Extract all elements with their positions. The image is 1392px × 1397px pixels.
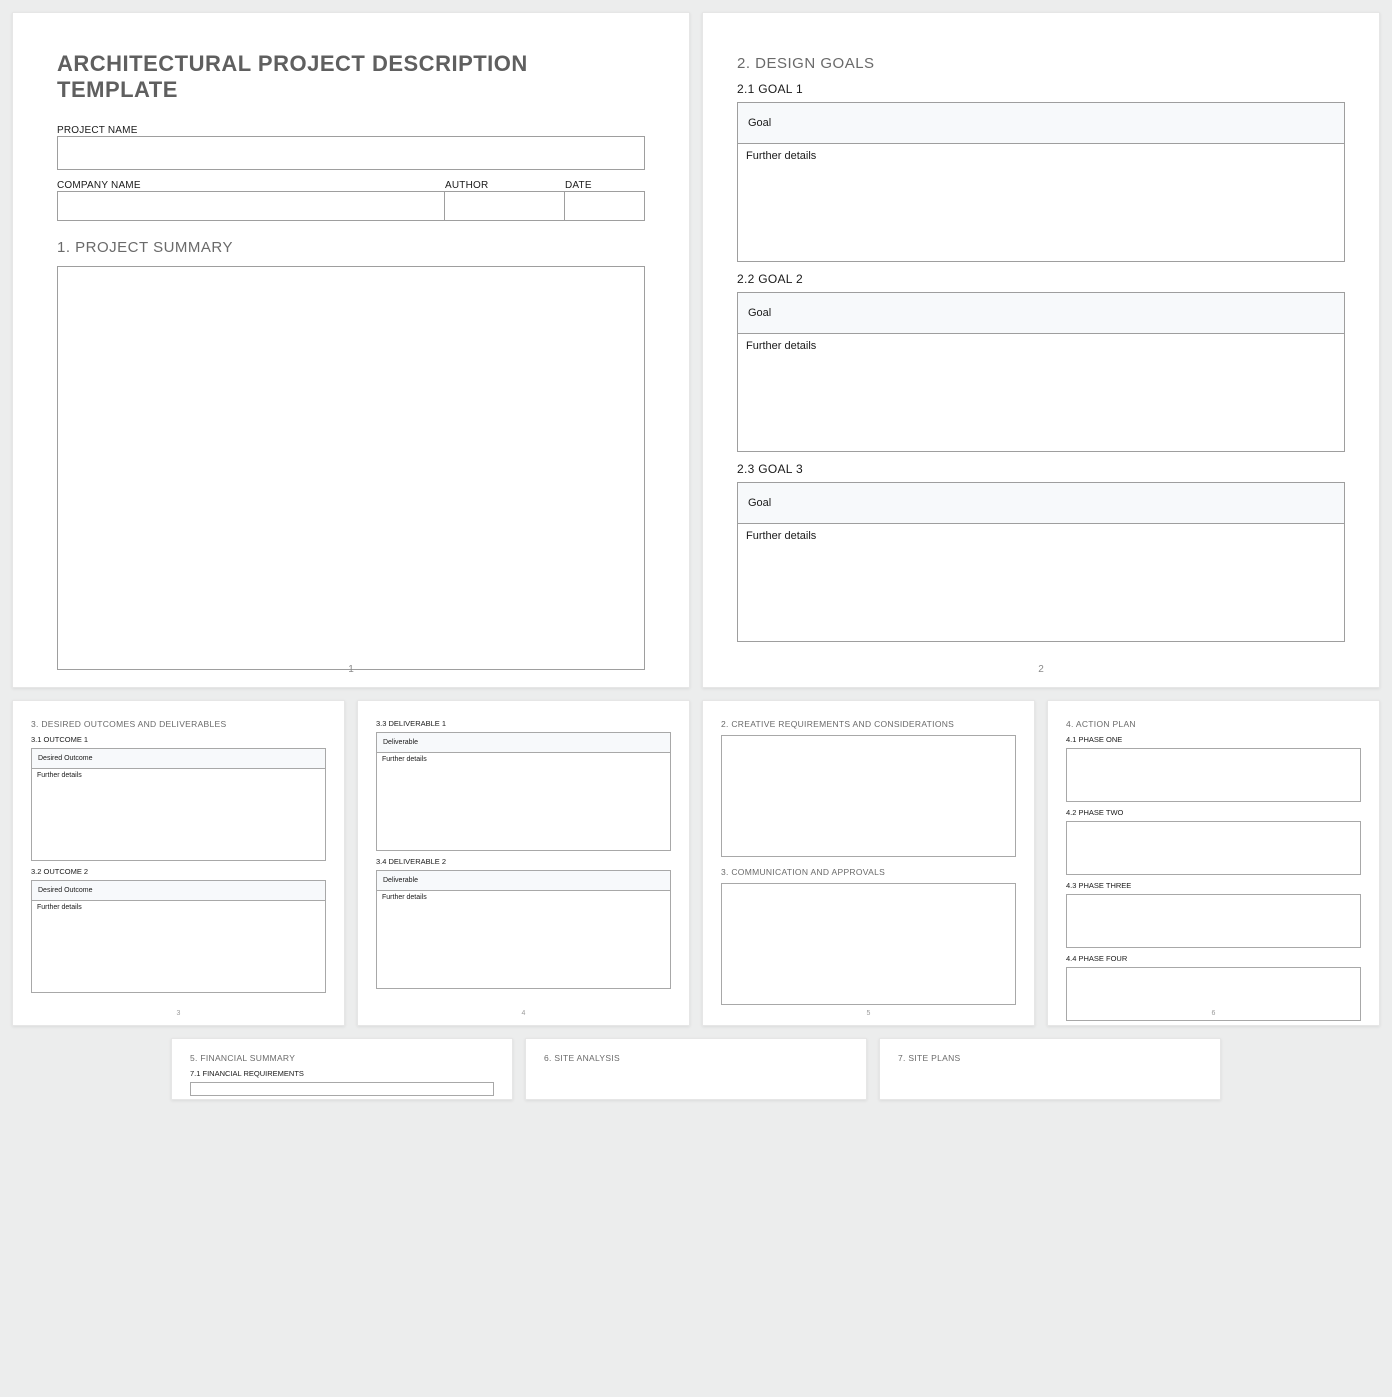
page-1: ARCHITECTURAL PROJECT DESCRIPTION TEMPLA… xyxy=(12,12,690,688)
deliverable-2-label: Deliverable xyxy=(377,871,670,890)
outcomes-heading: 3. DESIRED OUTCOMES AND DELIVERABLES xyxy=(31,719,326,729)
page-number-6: 6 xyxy=(1048,1010,1379,1017)
meta-fields-row xyxy=(57,191,645,221)
page-5: 2. CREATIVE REQUIREMENTS AND CONSIDERATI… xyxy=(702,700,1035,1026)
goal-1-goal-label: Goal xyxy=(738,103,1344,143)
deliverable-2-details-label: Further details xyxy=(377,891,670,904)
deliverable-1-details-label: Further details xyxy=(377,753,670,766)
outcome-1-details-field[interactable]: Further details xyxy=(31,769,326,861)
deliverable-2-sub: 3.4 DELIVERABLE 2 xyxy=(376,857,671,866)
goal-2-sub: 2.2 GOAL 2 xyxy=(737,272,1345,286)
company-name-field[interactable] xyxy=(57,191,445,221)
design-goals-heading: 2. DESIGN GOALS xyxy=(737,55,1345,72)
creative-reqs-field[interactable] xyxy=(721,735,1016,857)
page-row-2: 3. DESIRED OUTCOMES AND DELIVERABLES 3.1… xyxy=(12,700,1380,1026)
goal-3-details-field[interactable]: Further details xyxy=(737,524,1345,642)
phase-2-sub: 4.2 PHASE TWO xyxy=(1066,808,1361,817)
page-row-1: ARCHITECTURAL PROJECT DESCRIPTION TEMPLA… xyxy=(12,12,1380,688)
page-6: 4. ACTION PLAN 4.1 PHASE ONE 4.2 PHASE T… xyxy=(1047,700,1380,1026)
goal-3-sub: 2.3 GOAL 3 xyxy=(737,462,1345,476)
action-plan-heading: 4. ACTION PLAN xyxy=(1066,719,1361,729)
goal-1-details-label: Further details xyxy=(738,144,1344,168)
outcome-1-details-label: Further details xyxy=(32,769,325,782)
financial-requirements-field[interactable] xyxy=(190,1082,494,1096)
page-number-1: 1 xyxy=(13,664,689,675)
deliverable-2-field[interactable]: Deliverable xyxy=(376,870,671,891)
phase-1-field[interactable] xyxy=(1066,748,1361,802)
phase-3-field[interactable] xyxy=(1066,894,1361,948)
goal-2-details-label: Further details xyxy=(738,334,1344,358)
page-number-2: 2 xyxy=(703,664,1379,675)
outcome-2-field[interactable]: Desired Outcome xyxy=(31,880,326,901)
goal-3-details-label: Further details xyxy=(738,524,1344,548)
goal-2-details-field[interactable]: Further details xyxy=(737,334,1345,452)
project-summary-field[interactable] xyxy=(57,266,645,670)
author-field[interactable] xyxy=(445,191,565,221)
financial-summary-heading: 5. FINANCIAL SUMMARY xyxy=(190,1053,494,1063)
project-summary-heading: 1. PROJECT SUMMARY xyxy=(57,239,645,256)
deliverable-1-sub: 3.3 DELIVERABLE 1 xyxy=(376,719,671,728)
goal-2-goal-field[interactable]: Goal xyxy=(737,292,1345,334)
goal-1-sub: 2.1 GOAL 1 xyxy=(737,82,1345,96)
outcome-2-details-label: Further details xyxy=(32,901,325,914)
financial-requirements-sub: 7.1 FINANCIAL REQUIREMENTS xyxy=(190,1069,494,1078)
document-title: ARCHITECTURAL PROJECT DESCRIPTION TEMPLA… xyxy=(57,51,645,103)
page-8: 6. SITE ANALYSIS xyxy=(525,1038,867,1100)
goal-1-goal-field[interactable]: Goal xyxy=(737,102,1345,144)
phase-2-field[interactable] xyxy=(1066,821,1361,875)
meta-labels-row: COMPANY NAME AUTHOR DATE xyxy=(57,180,645,191)
page-7: 5. FINANCIAL SUMMARY 7.1 FINANCIAL REQUI… xyxy=(171,1038,513,1100)
goal-2-goal-label: Goal xyxy=(738,293,1344,333)
outcome-2-details-field[interactable]: Further details xyxy=(31,901,326,993)
site-analysis-heading: 6. SITE ANALYSIS xyxy=(544,1053,848,1063)
communication-approvals-heading: 3. COMMUNICATION AND APPROVALS xyxy=(721,867,1016,877)
outcome-1-sub: 3.1 OUTCOME 1 xyxy=(31,735,326,744)
deliverable-1-label: Deliverable xyxy=(377,733,670,752)
page-number-5: 5 xyxy=(703,1010,1034,1017)
author-label: AUTHOR xyxy=(445,180,565,191)
page-number-3: 3 xyxy=(13,1010,344,1017)
page-2: 2. DESIGN GOALS 2.1 GOAL 1 Goal Further … xyxy=(702,12,1380,688)
page-9: 7. SITE PLANS xyxy=(879,1038,1221,1100)
outcome-1-label: Desired Outcome xyxy=(32,749,325,768)
page-3: 3. DESIRED OUTCOMES AND DELIVERABLES 3.1… xyxy=(12,700,345,1026)
goal-3-goal-label: Goal xyxy=(738,483,1344,523)
communication-approvals-field[interactable] xyxy=(721,883,1016,1005)
deliverable-2-details-field[interactable]: Further details xyxy=(376,891,671,989)
phase-4-sub: 4.4 PHASE FOUR xyxy=(1066,954,1361,963)
project-name-field[interactable] xyxy=(57,136,645,170)
project-name-label: PROJECT NAME xyxy=(57,125,645,136)
outcome-1-field[interactable]: Desired Outcome xyxy=(31,748,326,769)
page-number-4: 4 xyxy=(358,1010,689,1017)
phase-3-sub: 4.3 PHASE THREE xyxy=(1066,881,1361,890)
deliverable-1-field[interactable]: Deliverable xyxy=(376,732,671,753)
goal-1-details-field[interactable]: Further details xyxy=(737,144,1345,262)
page-4: 3.3 DELIVERABLE 1 Deliverable Further de… xyxy=(357,700,690,1026)
outcome-2-label: Desired Outcome xyxy=(32,881,325,900)
goal-3-goal-field[interactable]: Goal xyxy=(737,482,1345,524)
site-plans-heading: 7. SITE PLANS xyxy=(898,1053,1202,1063)
document-canvas: ARCHITECTURAL PROJECT DESCRIPTION TEMPLA… xyxy=(0,0,1392,1112)
outcome-2-sub: 3.2 OUTCOME 2 xyxy=(31,867,326,876)
deliverable-1-details-field[interactable]: Further details xyxy=(376,753,671,851)
page-row-3: 5. FINANCIAL SUMMARY 7.1 FINANCIAL REQUI… xyxy=(12,1038,1380,1100)
date-field[interactable] xyxy=(565,191,645,221)
date-label: DATE xyxy=(565,180,645,191)
phase-1-sub: 4.1 PHASE ONE xyxy=(1066,735,1361,744)
creative-reqs-heading: 2. CREATIVE REQUIREMENTS AND CONSIDERATI… xyxy=(721,719,1016,729)
company-name-label: COMPANY NAME xyxy=(57,180,445,191)
